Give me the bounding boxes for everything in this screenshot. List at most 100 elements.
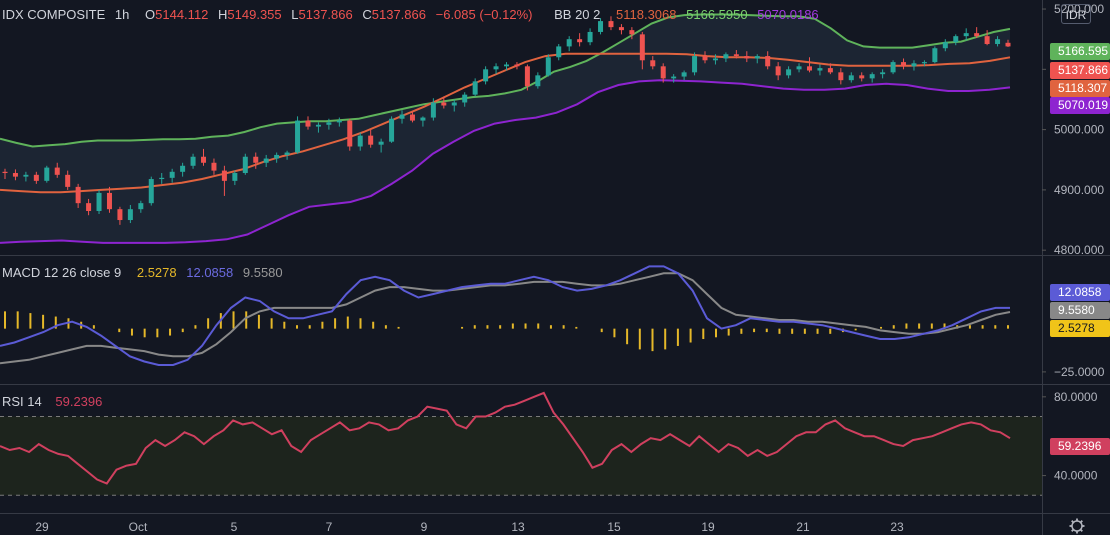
candle-body <box>274 154 280 159</box>
candle-body <box>399 114 405 119</box>
rsi-label[interactable]: RSI 14 <box>2 394 42 409</box>
candle-body <box>451 102 457 106</box>
bb-upper-badge: 5166.595 <box>1050 43 1110 60</box>
candle-body <box>253 156 259 163</box>
candle-body <box>284 152 290 155</box>
candle-body <box>159 177 165 180</box>
open-value: 5144.112 <box>155 7 209 22</box>
candle-body <box>587 31 593 43</box>
time-tick-label: 29 <box>35 520 49 534</box>
candle-body <box>692 56 698 73</box>
settings-gear-icon[interactable] <box>1069 518 1085 534</box>
candle-body <box>806 66 812 71</box>
macd-line-value: 12.0858 <box>186 265 234 280</box>
candle-body <box>169 171 175 178</box>
bb-label[interactable]: BB 20 2 <box>554 7 600 22</box>
candle-body <box>869 74 875 79</box>
time-tick-label: 23 <box>890 520 904 534</box>
price-tick-label: 4900.000 <box>1054 183 1104 197</box>
price-tick-label: 4800.000 <box>1054 243 1104 257</box>
candle-body <box>650 60 656 67</box>
candle-body <box>524 66 530 87</box>
candle-body <box>556 46 562 58</box>
candle-body <box>326 122 332 125</box>
bb-basis-badge: 5118.307 <box>1050 80 1110 97</box>
candle-body <box>23 174 29 177</box>
candle-body <box>462 94 468 103</box>
close-price-badge: 5137.866 <box>1050 62 1110 79</box>
candle-body <box>942 42 948 49</box>
high-prefix: H <box>218 7 228 22</box>
macd-signal-value: 9.5580 <box>242 265 283 280</box>
bb-lower-badge: 5070.019 <box>1050 97 1110 114</box>
time-tick-label: 13 <box>511 520 525 534</box>
bb-upper-value: 5166.5950 <box>686 7 748 22</box>
candle-body <box>838 72 844 81</box>
candle-body <box>995 39 1001 45</box>
candle-body <box>796 66 802 70</box>
candle-body <box>54 167 60 175</box>
candle-body <box>775 66 781 76</box>
candle-body <box>221 170 227 181</box>
candle-body <box>305 120 311 127</box>
macd-signal-badge: 9.5580 <box>1050 302 1110 319</box>
candle-body <box>295 120 301 153</box>
time-tick-label: 15 <box>607 520 621 534</box>
high-value: 5149.355 <box>227 7 282 22</box>
candle-body <box>430 102 436 118</box>
candle-body <box>535 75 541 87</box>
rsi-band-fill <box>0 416 1042 496</box>
candle-body <box>44 167 50 181</box>
time-tick-label: 19 <box>701 520 715 534</box>
currency-button[interactable]: IDR <box>1061 4 1091 24</box>
candle-body <box>138 203 144 210</box>
candle-body <box>232 173 238 181</box>
time-tick-label: 9 <box>421 520 428 534</box>
candle-body <box>263 158 269 163</box>
macd-tick-label: −25.0000 <box>1054 365 1105 379</box>
candle-body <box>1005 42 1011 47</box>
candle-body <box>566 39 572 47</box>
macd-hist-value: 2.5278 <box>136 265 177 280</box>
candle-body <box>608 21 614 28</box>
rsi-legend: RSI 14 59.2396 <box>2 394 108 409</box>
bb-lower-value: 5070.0186 <box>757 7 819 22</box>
candle-body <box>765 56 771 67</box>
candle-body <box>921 62 927 64</box>
low-value: 5137.866 <box>298 7 353 22</box>
candle-body <box>347 120 353 147</box>
candle-body <box>409 114 415 121</box>
candle-body <box>545 57 551 76</box>
time-tick-label: Oct <box>129 520 148 534</box>
close-value: 5137.866 <box>371 7 426 22</box>
interval-label[interactable]: 1h <box>115 7 129 22</box>
rsi-value: 59.2396 <box>55 394 103 409</box>
open-prefix: O <box>145 7 156 22</box>
macd-legend: MACD 12 26 close 9 2.5278 12.0858 9.5580 <box>2 265 289 280</box>
macd-label[interactable]: MACD 12 26 close 9 <box>2 265 121 280</box>
candle-body <box>75 186 81 204</box>
candle-body <box>880 72 886 75</box>
symbol-name[interactable]: IDX COMPOSITE <box>2 7 105 22</box>
candle-body <box>974 33 980 37</box>
candle-body <box>577 39 583 43</box>
price-tick-label: 5000.000 <box>1054 123 1104 137</box>
bb-basis-value: 5118.3068 <box>616 7 677 22</box>
rsi-tick-label: 40.0000 <box>1054 469 1098 483</box>
candle-body <box>336 120 342 123</box>
time-tick-label: 7 <box>326 520 333 534</box>
bb-band-fill <box>0 14 1010 243</box>
candle-body <box>598 21 604 32</box>
chart-root: 5200.0005100.0005000.0004900.0004800.000… <box>0 0 1110 535</box>
candle-body <box>953 36 959 43</box>
candle-body <box>211 162 217 171</box>
candle-body <box>901 62 907 67</box>
candle-body <box>848 75 854 81</box>
candle-body <box>660 66 666 79</box>
candle-body <box>963 33 969 37</box>
candle-body <box>117 209 123 221</box>
candle-body <box>911 63 917 67</box>
candle-body <box>86 203 92 211</box>
candle-body <box>681 72 687 77</box>
candle-body <box>702 56 708 61</box>
